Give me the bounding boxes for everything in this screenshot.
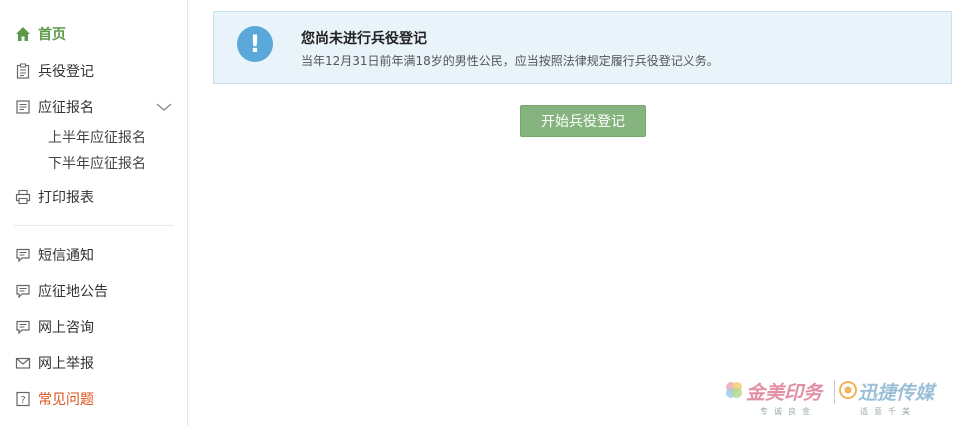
sidebar-item-label: 打印报表: [38, 190, 94, 206]
watermark-brand-b: 迅捷传媒: [858, 382, 935, 404]
form-icon: [14, 98, 32, 116]
sidebar-item-label: 网上举报: [38, 356, 94, 372]
watermark-separator: [834, 380, 835, 404]
sidebar-item-enlist-signup[interactable]: 应征报名: [14, 95, 182, 119]
message-icon: [14, 318, 32, 336]
registration-notice: ! 您尚未进行兵役登记 当年12月31日前年满18岁的男性公民，应当按照法律规定…: [213, 11, 952, 84]
sidebar-item-sms-notice[interactable]: 短信通知: [14, 243, 182, 267]
flower-logo-icon: [726, 382, 742, 398]
sidebar-item-print-report[interactable]: 打印报表: [14, 185, 182, 209]
submenu-item-second-half[interactable]: 下半年应征报名: [48, 154, 146, 174]
home-icon: [14, 25, 32, 43]
watermark-sub-a: 专诚良金: [760, 407, 816, 416]
clipboard-icon: [14, 62, 32, 80]
sidebar-item-faq[interactable]: ? 常见问题: [14, 387, 182, 411]
chevron-down-icon[interactable]: [156, 100, 172, 116]
notice-title: 您尚未进行兵役登记: [301, 31, 427, 47]
sidebar-item-online-report[interactable]: 网上举报: [14, 351, 182, 375]
watermark-sub-b: 适意千美: [860, 407, 916, 416]
message-icon: [14, 282, 32, 300]
sidebar-item-local-announcement[interactable]: 应征地公告: [14, 279, 182, 303]
message-icon: [14, 246, 32, 264]
notice-description: 当年12月31日前年满18岁的男性公民，应当按照法律规定履行兵役登记义务。: [301, 54, 719, 68]
svg-text:?: ?: [20, 395, 25, 406]
start-registration-button[interactable]: 开始兵役登记: [520, 105, 646, 137]
exclamation-icon: !: [237, 26, 273, 62]
sidebar-item-online-consult[interactable]: 网上咨询: [14, 315, 182, 339]
sidebar-item-label: 首页: [38, 27, 66, 43]
sidebar-item-label: 兵役登记: [38, 64, 94, 80]
sidebar-item-registration[interactable]: 兵役登记: [14, 59, 182, 83]
sidebar-item-label: 应征地公告: [38, 284, 108, 300]
watermark: 金美印务 专诚良金 迅捷传媒 适意千美: [722, 376, 958, 422]
mail-icon: [14, 354, 32, 372]
sidebar-item-label: 常见问题: [38, 392, 94, 408]
sidebar-item-label: 应征报名: [38, 100, 94, 116]
sidebar-divider: [14, 225, 174, 226]
sidebar-item-home[interactable]: 首页: [14, 22, 182, 46]
sidebar: 首页 兵役登记 应征报名 上半年应征报名 下半年应征报名 打印报表 短信通知 应…: [0, 0, 188, 426]
sidebar-item-label: 短信通知: [38, 248, 94, 264]
swirl-logo-icon: [839, 381, 857, 399]
question-icon: ?: [14, 390, 32, 408]
watermark-brand-a: 金美印务: [746, 382, 823, 404]
sidebar-item-label: 网上咨询: [38, 320, 94, 336]
submenu-item-first-half[interactable]: 上半年应征报名: [48, 128, 146, 148]
printer-icon: [14, 188, 32, 206]
